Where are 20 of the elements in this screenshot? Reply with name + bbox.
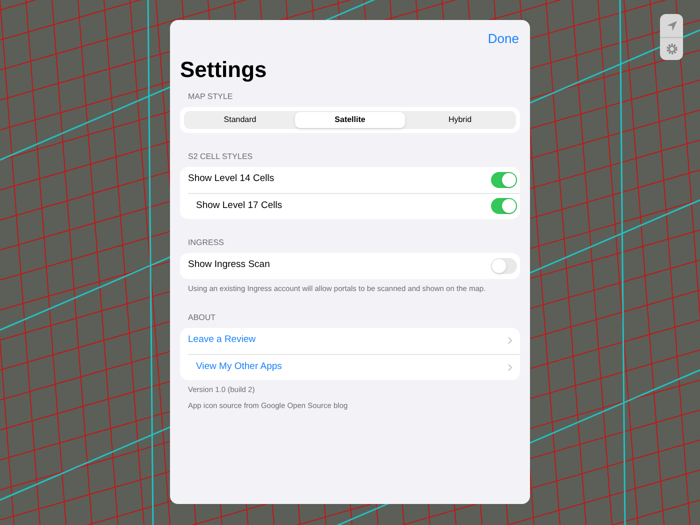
setting-label: Show Level 17 Cells — [196, 198, 282, 213]
segment-tab[interactable]: Standard — [185, 112, 295, 128]
segment-tab[interactable]: Satellite — [295, 112, 405, 128]
setting-label: Show Ingress Scan — [188, 258, 270, 272]
toggle-switch[interactable] — [491, 258, 517, 274]
section-header: INGRESS — [188, 236, 226, 248]
toggle-switch[interactable] — [491, 198, 517, 214]
segment-tab[interactable]: Hybrid — [405, 112, 515, 128]
link-label[interactable]: Leave a Review — [188, 333, 256, 348]
toggle-switch[interactable] — [491, 172, 517, 188]
link-label[interactable]: View My Other Apps — [196, 360, 282, 374]
location-arrow-icon — [666, 20, 676, 30]
setting-label: Show Level 14 Cells — [188, 172, 274, 186]
section-header: S2 CELL STYLES — [188, 150, 254, 162]
chevron-right-icon — [508, 337, 512, 344]
settings-title: Settings — [180, 56, 268, 84]
settings-icon — [666, 43, 678, 55]
section-header: ABOUT — [188, 312, 217, 324]
chevron-right-icon — [508, 364, 512, 370]
section-header: MAP STYLE — [188, 90, 234, 102]
